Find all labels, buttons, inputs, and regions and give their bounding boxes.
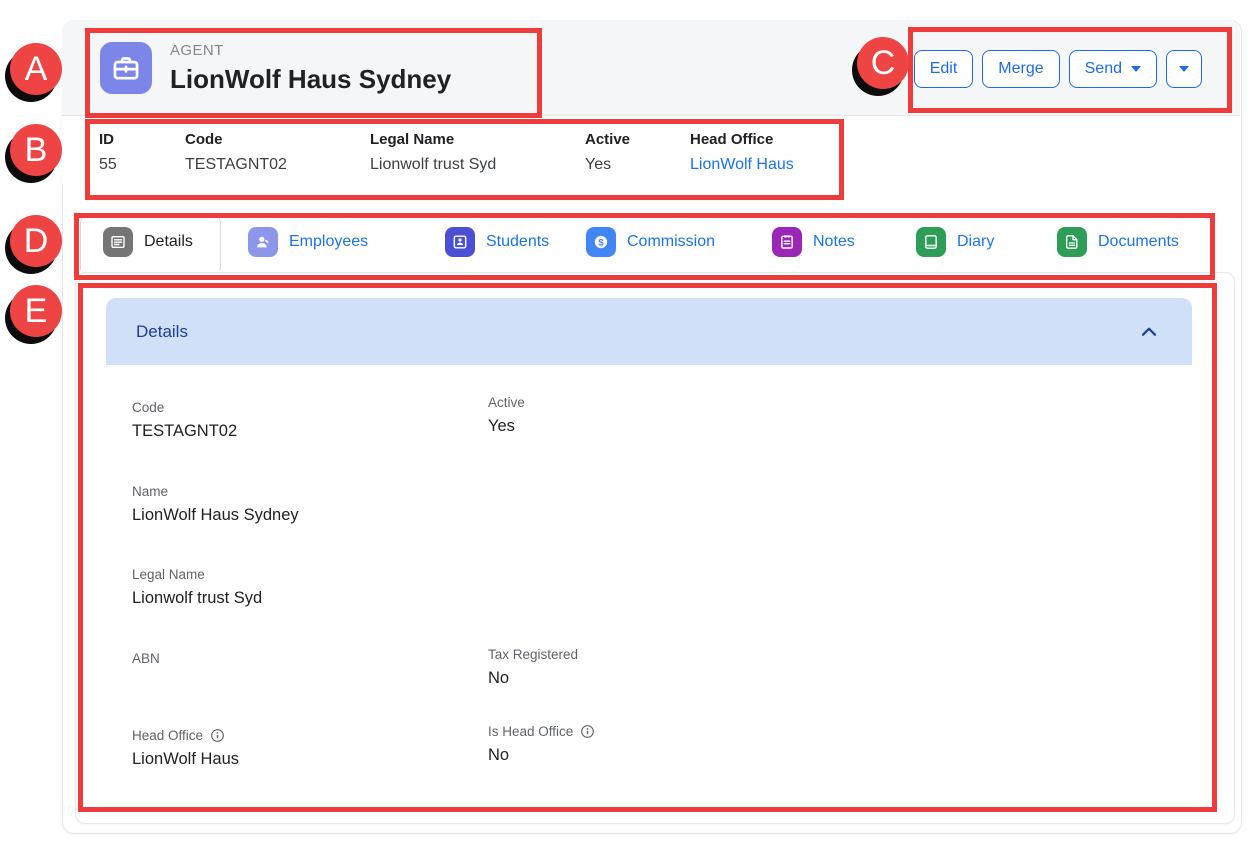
field-value: Lionwolf trust Syd [132,589,262,609]
chevron-up-icon [1136,319,1162,345]
field-legal-name: Legal Name Lionwolf trust Syd [132,567,262,609]
entity-type-label: AGENT [170,42,224,59]
field-label: Name [132,484,299,499]
field-abn: ABN [132,651,160,693]
annotation-circle-a: A [10,43,62,95]
send-button-label: Send [1085,60,1122,78]
field-label: ABN [132,651,160,666]
field-label: Is Head Office [488,724,595,739]
annotation-circle-e: E [10,285,62,337]
caret-down-icon [1179,66,1189,72]
summary-value: 55 [99,156,117,174]
tab-employees[interactable]: Employees [248,213,368,270]
field-name: Name LionWolf Haus Sydney [132,484,299,526]
field-label: Code [132,400,237,415]
summary-label: Legal Name [370,131,496,148]
details-panel-header[interactable]: Details [106,298,1192,365]
notes-icon [772,227,802,257]
summary-col-id: ID 55 [99,131,117,174]
field-active: Active Yes [488,395,525,437]
students-icon [445,227,475,257]
documents-icon [1057,227,1087,257]
tab-students-label: Students [486,233,549,251]
field-value: Yes [488,417,525,437]
summary-value: Lionwolf trust Syd [370,156,496,174]
field-tax-registered: Tax Registered No [488,647,578,689]
tab-documents-label: Documents [1098,233,1179,251]
merge-button-label: Merge [998,60,1043,78]
details-icon [103,227,133,257]
agent-briefcase-icon [100,42,152,94]
edit-button-label: Edit [930,60,958,78]
summary-col-active: Active Yes [585,131,630,174]
summary-value: TESTAGNT02 [185,156,287,174]
merge-button[interactable]: Merge [982,50,1059,88]
field-head-office: Head Office LionWolf Haus [132,728,239,770]
field-value: LionWolf Haus [132,750,239,770]
tab-students[interactable]: Students [445,213,549,270]
tab-details[interactable]: Details [80,213,221,270]
field-label-text: Is Head Office [488,724,573,739]
info-icon[interactable] [580,724,595,739]
agent-record-page: AGENT LionWolf Haus Sydney Edit Merge Se… [0,0,1252,844]
tab-employees-label: Employees [289,233,368,251]
tab-diary[interactable]: Diary [916,213,994,270]
commission-icon: $ [586,227,616,257]
field-value: LionWolf Haus Sydney [132,506,299,526]
head-office-link[interactable]: LionWolf Haus [690,156,794,174]
tab-notes-label: Notes [813,233,855,251]
details-panel-title: Details [136,322,188,342]
tab-commission-label: Commission [627,233,715,251]
field-value: No [488,669,578,689]
header-actions: Edit Merge Send [914,50,1202,88]
field-value: No [488,746,595,766]
summary-label: Active [585,131,630,148]
diary-icon [916,227,946,257]
summary-col-head-office: Head Office LionWolf Haus [690,131,794,174]
summary-label: ID [99,131,117,148]
more-actions-dropdown-button[interactable] [1166,50,1202,88]
field-value [132,673,160,693]
caret-down-icon [1131,66,1141,72]
annotation-circle-d: D [10,215,62,267]
page-title: LionWolf Haus Sydney [170,64,451,95]
send-dropdown-button[interactable]: Send [1069,50,1157,88]
summary-value: Yes [585,156,630,174]
annotation-circle-b: B [10,124,62,176]
employees-icon [248,227,278,257]
edit-button[interactable]: Edit [914,50,974,88]
field-label: Legal Name [132,567,262,582]
field-code: Code TESTAGNT02 [132,400,237,442]
field-is-head-office: Is Head Office No [488,724,595,766]
summary-label: Head Office [690,131,794,148]
summary-col-legal-name: Legal Name Lionwolf trust Syd [370,131,496,174]
tab-notes[interactable]: Notes [772,213,855,270]
summary-label: Code [185,131,287,148]
field-label: Tax Registered [488,647,578,662]
tab-documents[interactable]: Documents [1057,213,1179,270]
svg-text:$: $ [598,237,604,248]
field-label-text: Head Office [132,728,203,743]
collapse-panel-button[interactable] [1136,319,1162,345]
tab-diary-label: Diary [957,233,994,251]
info-icon[interactable] [210,728,225,743]
field-label: Head Office [132,728,239,743]
field-label: Active [488,395,525,410]
field-value: TESTAGNT02 [132,422,237,442]
summary-col-code: Code TESTAGNT02 [185,131,287,174]
tab-commission[interactable]: $ Commission [586,213,715,270]
tab-details-label: Details [144,233,193,251]
